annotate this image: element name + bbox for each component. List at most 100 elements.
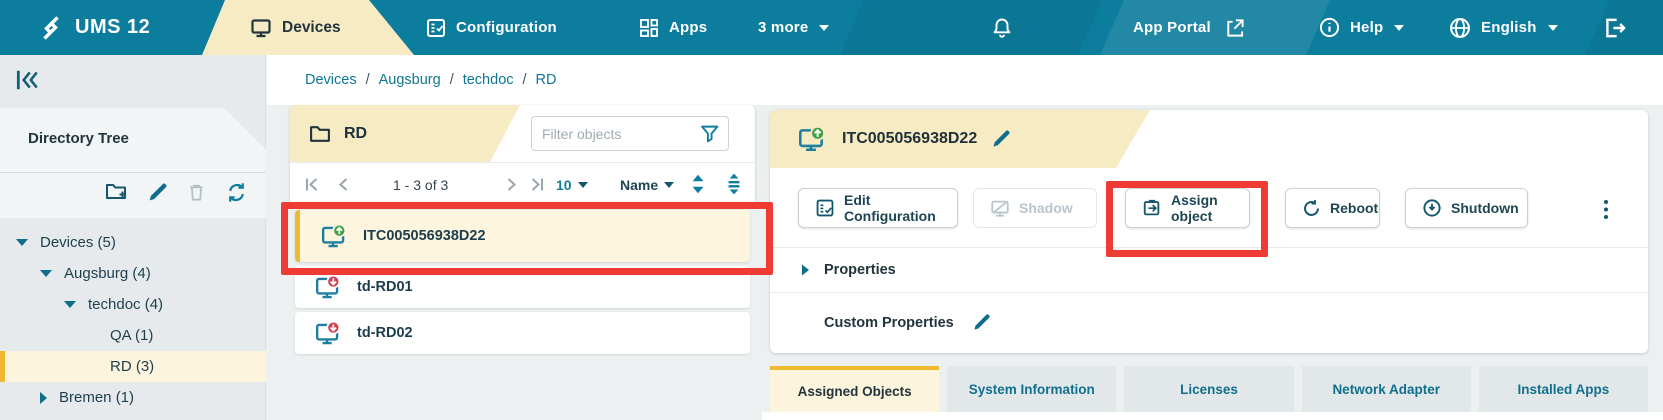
breadcrumb-rd[interactable]: RD <box>536 72 557 88</box>
device-row-td-rd02[interactable]: td-RD02 <box>295 312 750 354</box>
more-actions-kebab-icon[interactable] <box>1602 198 1610 222</box>
selected-indicator <box>295 210 300 262</box>
language-menu[interactable]: English <box>1448 0 1558 55</box>
device-offline-icon <box>315 274 343 300</box>
prev-page-icon[interactable] <box>334 175 353 194</box>
reboot-button[interactable]: Reboot <box>1285 188 1380 228</box>
filter-funnel-icon[interactable] <box>700 124 720 144</box>
caret-expanded-icon[interactable] <box>64 301 76 308</box>
tree-item-label: RD (3) <box>110 358 154 375</box>
rename-device-icon[interactable] <box>991 129 1011 149</box>
nav-tab-devices[interactable]: Devices <box>202 0 414 55</box>
device-name: ITC005056938D22 <box>363 228 486 244</box>
info-icon <box>1318 16 1341 39</box>
tab-content-area <box>762 412 1663 420</box>
edit-configuration-button[interactable]: Edit Configuration <box>798 188 958 228</box>
properties-accordion[interactable]: Properties <box>770 247 1648 292</box>
tab-assigned-objects[interactable]: Assigned Objects <box>770 366 939 412</box>
shadow-label: Shadow <box>1019 200 1073 216</box>
tab-network-adapter[interactable]: Network Adapter <box>1302 366 1471 412</box>
device-name: td-RD02 <box>357 325 413 341</box>
last-page-icon[interactable] <box>528 175 547 194</box>
tab-label: Network Adapter <box>1332 382 1440 397</box>
tree-item-devices[interactable]: Devices (5) <box>0 227 266 258</box>
nav-tab-configuration[interactable]: Configuration <box>425 0 557 55</box>
tab-label: Assigned Objects <box>798 384 912 399</box>
edit-configuration-icon <box>815 198 835 218</box>
igel-logo-icon <box>36 13 66 43</box>
first-page-icon[interactable] <box>302 175 321 194</box>
device-title: ITC005056938D22 <box>842 130 977 148</box>
tree-item-label: techdoc (4) <box>88 296 163 313</box>
breadcrumb: Devices / Augsburg / techdoc / RD <box>305 55 557 105</box>
breadcrumb-bar: Devices / Augsburg / techdoc / RD <box>267 55 1663 105</box>
chevron-down-icon <box>578 182 588 188</box>
tree-item-label: QA (1) <box>110 327 153 344</box>
selected-indicator <box>0 351 5 382</box>
tree-item-bremen[interactable]: Bremen (1) <box>0 382 266 413</box>
nav-more-menu[interactable]: 3 more <box>758 0 829 55</box>
detail-tabs: Assigned Objects System Information Lice… <box>770 366 1648 412</box>
tree-item-techdoc[interactable]: techdoc (4) <box>0 289 266 320</box>
directory-tree-panel: Directory Tree <box>0 108 266 218</box>
device-detail-header: ITC005056938D22 <box>770 110 1150 168</box>
breadcrumb-devices[interactable]: Devices <box>305 72 357 88</box>
chevron-down-icon <box>819 25 829 31</box>
device-list-panel: RD 1 - 3 of 3 <box>290 105 755 355</box>
tab-installed-apps[interactable]: Installed Apps <box>1479 366 1648 412</box>
nav-tab-configuration-label: Configuration <box>456 19 557 36</box>
delete-directory-icon <box>186 181 207 203</box>
apps-grid-icon <box>638 17 660 39</box>
breadcrumb-techdoc[interactable]: techdoc <box>463 72 514 88</box>
nav-more-label: 3 more <box>758 19 808 36</box>
help-menu[interactable]: Help <box>1318 0 1404 55</box>
sort-options-icon[interactable] <box>724 172 744 196</box>
edit-directory-icon[interactable] <box>147 182 168 203</box>
device-row-itc005056938d22[interactable]: ITC005056938D22 <box>295 210 750 262</box>
tab-licenses[interactable]: Licenses <box>1124 366 1293 412</box>
caret-collapsed-icon[interactable] <box>40 392 47 404</box>
globe-icon <box>1448 16 1472 40</box>
device-row-td-rd01[interactable]: td-RD01 <box>295 266 750 308</box>
sidebar: Directory Tree <box>0 55 266 420</box>
assign-object-label: Assign object <box>1171 192 1233 224</box>
properties-label: Properties <box>824 262 896 278</box>
tab-system-information[interactable]: System Information <box>947 366 1116 412</box>
refresh-icon[interactable] <box>225 181 248 204</box>
add-directory-icon[interactable] <box>104 180 129 204</box>
tab-label: Licenses <box>1180 382 1238 397</box>
assign-object-button[interactable]: Assign object <box>1125 188 1250 228</box>
reboot-label: Reboot <box>1330 200 1378 216</box>
logout-button[interactable] <box>1602 0 1628 55</box>
external-link-icon <box>1224 17 1245 38</box>
device-detail-panel: ITC005056938D22 Edit Configuration Shado <box>770 110 1648 353</box>
shadow-button: Shadow <box>973 188 1097 228</box>
shutdown-button[interactable]: Shutdown <box>1405 188 1528 228</box>
pagination-range: 1 - 3 of 3 <box>393 177 448 193</box>
next-page-icon[interactable] <box>502 175 521 194</box>
custom-properties-row: Custom Properties <box>770 292 1648 353</box>
sort-by-select[interactable]: Name <box>620 177 674 193</box>
directory-tree-title: Directory Tree <box>28 130 129 147</box>
notifications-bell[interactable] <box>990 0 1014 55</box>
caret-expanded-icon[interactable] <box>40 270 52 277</box>
chevron-down-icon <box>664 182 674 188</box>
brand[interactable]: UMS 12 <box>36 0 150 55</box>
reboot-icon <box>1302 199 1321 218</box>
edit-custom-properties-icon[interactable] <box>972 313 991 332</box>
page-size-select[interactable]: 10 <box>556 177 588 193</box>
sort-direction-icon[interactable] <box>688 172 708 196</box>
device-name: td-RD01 <box>357 279 413 295</box>
nav-shade-band <box>840 0 1102 55</box>
tree-item-qa[interactable]: QA (1) <box>0 320 266 351</box>
tree-item-augsburg[interactable]: Augsburg (4) <box>0 258 266 289</box>
app-portal-link[interactable]: App Portal <box>1133 0 1245 55</box>
tree-item-label: Augsburg (4) <box>64 265 151 282</box>
caret-expanded-icon[interactable] <box>16 239 28 246</box>
breadcrumb-augsburg[interactable]: Augsburg <box>379 72 441 88</box>
tree-item-rd[interactable]: RD (3) <box>0 351 266 382</box>
pagination-bar: 1 - 3 of 3 10 Name <box>290 162 755 206</box>
collapse-sidebar-icon[interactable] <box>14 67 40 93</box>
tab-label: Installed Apps <box>1518 382 1610 397</box>
nav-tab-apps[interactable]: Apps <box>638 0 707 55</box>
